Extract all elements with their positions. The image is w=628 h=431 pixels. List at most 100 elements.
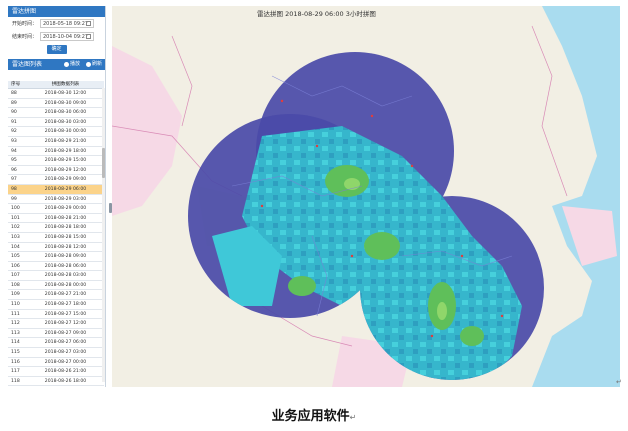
table-row[interactable]: 88 2018-08-30 12:00 [8, 89, 104, 99]
table-row[interactable]: 113 2018-08-27 09:00 [8, 329, 104, 339]
row-time: 2018-08-30 00:00 [44, 129, 87, 135]
row-time: 2018-08-26 18:00 [44, 378, 87, 384]
row-time: 2018-08-28 06:00 [44, 263, 87, 269]
row-time: 2018-08-30 03:00 [44, 119, 87, 125]
row-index: 103 [11, 234, 20, 240]
row-index: 88 [11, 91, 17, 96]
row-time: 2018-08-29 09:00 [44, 177, 87, 183]
radar-list-table: 序号 拼图数据列表 88 2018-08-30 12:00 89 2018-08-30… [8, 81, 104, 389]
row-index: 99 [11, 196, 17, 202]
row-index: 98 [11, 186, 17, 192]
table-row[interactable]: 100 2018-08-29 00:00 [8, 204, 104, 214]
table-row[interactable]: 99 2018-08-29 03:00 [8, 195, 104, 205]
row-index: 118 [11, 378, 20, 384]
table-row[interactable]: 108 2018-08-28 00:00 [8, 281, 104, 291]
table-row[interactable]: 102 2018-08-28 18:00 [8, 223, 104, 233]
row-time: 2018-08-29 00:00 [44, 206, 87, 212]
table-row[interactable]: 109 2018-08-27 21:00 [8, 290, 104, 301]
table-row[interactable]: 110 2018-08-27 18:00 [8, 300, 104, 310]
table-row[interactable]: 97 2018-08-29 09:00 [8, 175, 104, 185]
row-index: 104 [11, 244, 20, 250]
row-time: 2018-08-30 09:00 [44, 100, 87, 106]
end-time-value: 2018-10-04 09:27 [43, 34, 89, 40]
row-time: 2018-08-30 12:00 [44, 91, 87, 96]
table-row[interactable]: 112 2018-08-27 12:00 [8, 319, 104, 329]
start-time-row: 开始时间： 2018-05-18 09:27 [8, 17, 105, 30]
start-time-label: 开始时间： [12, 21, 38, 27]
table-row[interactable]: 118 2018-08-26 18:00 [8, 377, 104, 387]
row-time: 2018-08-27 06:00 [44, 340, 87, 346]
refresh-button[interactable]: 刷新 [85, 59, 102, 70]
table-row[interactable]: 96 2018-08-29 12:00 [8, 166, 104, 176]
row-index: 115 [11, 350, 20, 356]
row-time: 2018-08-28 12:00 [44, 244, 87, 250]
table-row[interactable]: 92 2018-08-30 00:00 [8, 127, 104, 137]
row-index: 114 [11, 340, 20, 346]
row-index: 100 [11, 206, 20, 212]
table-row[interactable]: 105 2018-08-28 09:00 [8, 252, 104, 262]
col-index-header: 序号 [11, 82, 21, 87]
table-row[interactable]: 95 2018-08-29 15:00 [8, 156, 104, 166]
table-row[interactable]: 116 2018-08-27 00:00 [8, 358, 104, 368]
table-row[interactable]: 89 2018-08-30 09:00 [8, 99, 104, 109]
end-time-row: 结束时间： 2018-10-04 09:27 [8, 30, 105, 43]
row-time: 2018-08-28 09:00 [44, 254, 87, 260]
list-scrollbar[interactable] [102, 88, 105, 382]
row-time: 2018-08-29 03:00 [44, 196, 87, 202]
row-index: 90 [11, 110, 17, 116]
calendar-icon[interactable] [86, 21, 91, 26]
table-row[interactable]: 107 2018-08-28 03:00 [8, 271, 104, 281]
row-index: 116 [11, 359, 20, 365]
end-time-input[interactable]: 2018-10-04 09:27 [40, 32, 94, 41]
table-row[interactable]: 101 2018-08-28 21:00 [8, 214, 104, 224]
table-row[interactable]: 114 2018-08-27 06:00 [8, 338, 104, 349]
table-row[interactable]: 98 2018-08-29 06:00 [8, 184, 104, 195]
table-row[interactable]: 90 2018-08-30 06:00 [8, 108, 104, 118]
list-panel-title: 雷达图列表 [12, 61, 43, 68]
table-row[interactable]: 115 2018-08-27 03:00 [8, 348, 104, 358]
row-index: 109 [11, 292, 20, 298]
table-header: 序号 拼图数据列表 [8, 81, 104, 89]
row-index: 107 [11, 273, 20, 279]
play-label: 播放 [69, 61, 80, 67]
play-icon [63, 62, 69, 67]
row-time: 2018-08-27 18:00 [44, 302, 87, 308]
row-index: 94 [11, 148, 17, 154]
list-scrollbar-thumb[interactable] [102, 148, 105, 178]
row-time: 2018-08-27 12:00 [44, 321, 87, 327]
row-index: 95 [11, 158, 17, 164]
left-panel: 雷达拼图 开始时间： 2018-05-18 09:27 结束时间： 2018-1… [8, 6, 106, 387]
row-time: 2018-08-29 06:00 [44, 186, 87, 192]
list-toolbar: 播放 刷新 [63, 59, 102, 70]
end-time-label: 结束时间： [12, 34, 38, 40]
row-time: 2018-08-28 15:00 [44, 234, 87, 240]
confirm-button[interactable]: 确定 [46, 44, 67, 54]
row-index: 112 [11, 321, 20, 327]
row-time: 2018-08-26 21:00 [44, 369, 87, 375]
start-time-value: 2018-05-18 09:27 [43, 21, 89, 27]
app-screen: 雷达拼图 开始时间： 2018-05-18 09:27 结束时间： 2018-1… [8, 6, 620, 387]
table-row[interactable]: 117 2018-08-26 21:00 [8, 367, 104, 377]
row-index: 101 [11, 215, 20, 221]
row-time: 2018-08-27 00:00 [44, 359, 87, 365]
row-time: 2018-08-28 21:00 [44, 215, 87, 221]
table-row[interactable]: 94 2018-08-29 18:00 [8, 147, 104, 157]
table-row[interactable]: 111 2018-08-27 15:00 [8, 310, 104, 320]
table-body: 88 2018-08-30 12:00 89 2018-08-30 09:00 90 20… [8, 89, 104, 389]
table-row[interactable]: 93 2018-08-29 21:00 [8, 137, 104, 147]
calendar-icon[interactable] [86, 34, 91, 39]
table-row[interactable]: 103 2018-08-28 15:00 [8, 233, 104, 243]
table-row[interactable]: 104 2018-08-28 12:00 [8, 243, 104, 253]
row-time: 2018-08-27 15:00 [44, 311, 87, 317]
table-row[interactable]: 106 2018-08-28 06:00 [8, 262, 104, 272]
paragraph-mark: ↵ [616, 378, 622, 386]
start-time-input[interactable]: 2018-05-18 09:27 [40, 19, 94, 28]
row-index: 89 [11, 100, 17, 106]
radar-map[interactable]: 雷达拼图 2018-08-29 06:00 3小时拼图 [112, 6, 620, 387]
row-time: 2018-08-30 06:00 [44, 110, 87, 116]
table-row[interactable]: 91 2018-08-30 03:00 [8, 118, 104, 128]
row-time: 2018-08-28 18:00 [44, 225, 87, 231]
play-button[interactable]: 播放 [63, 59, 80, 70]
row-time: 2018-08-28 00:00 [44, 282, 87, 288]
col-time-header: 拼图数据列表 [51, 82, 80, 87]
